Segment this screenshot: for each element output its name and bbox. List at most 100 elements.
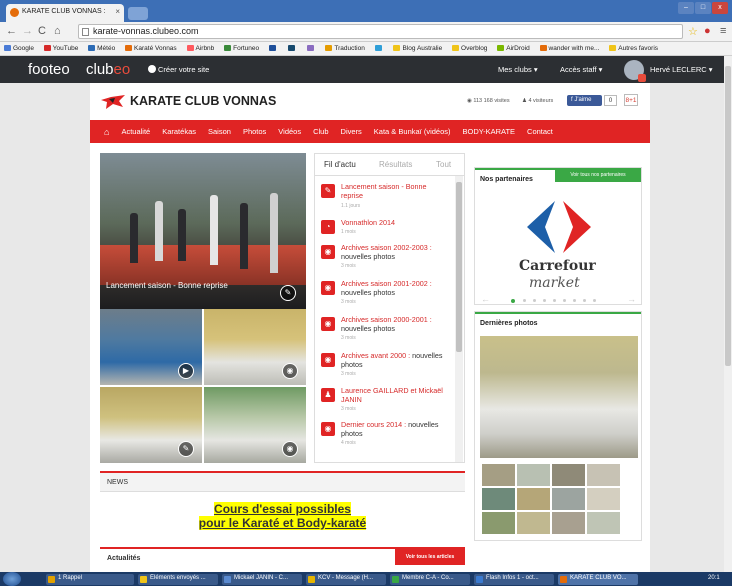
feed-item-title[interactable]: Archives saison 2001-2002 : nouvelles ph…	[341, 279, 449, 297]
photo-thumbnail[interactable]	[552, 488, 585, 510]
photo-thumbnail[interactable]	[587, 464, 620, 486]
taskbar-item[interactable]: 1 Rappel	[46, 574, 134, 585]
feed-item-title[interactable]: Laurence GAILLARD et Mickaël JANIN	[341, 386, 449, 404]
tab-close-icon[interactable]: ×	[115, 7, 120, 16]
photo-thumbnail[interactable]	[517, 488, 550, 510]
menu-icon[interactable]: ≡	[720, 25, 726, 37]
tab-feed[interactable]: Fil d'actu	[324, 160, 356, 169]
bookmark-item[interactable]: YouTube	[43, 45, 78, 52]
photo-thumbnail[interactable]	[552, 464, 585, 486]
photo-thumbnail[interactable]	[552, 512, 585, 534]
feed-scrollbar[interactable]	[455, 176, 463, 462]
bookmark-item[interactable]	[287, 45, 297, 52]
photo-thumbnail[interactable]	[482, 512, 515, 534]
extension-icon[interactable]: ●	[704, 25, 711, 37]
club-name[interactable]: KARATE CLUB VONNAS	[130, 94, 276, 108]
bookmark-item[interactable]: Karaté Vonnas	[125, 45, 177, 52]
taskbar-item[interactable]: Éléments envoyés ...	[138, 574, 218, 585]
tab-all[interactable]: Tout	[436, 160, 451, 169]
nav-karatekas[interactable]: Karatékas	[156, 127, 202, 136]
carousel-dot[interactable]	[533, 299, 536, 302]
pool-photo-tile[interactable]: ▶	[100, 309, 202, 385]
taskbar-item[interactable]: Flash Infos 1 - oct...	[474, 574, 554, 585]
karate-kids-photo-tile[interactable]: ✎	[100, 387, 202, 463]
camera-icon[interactable]: ◉	[282, 441, 298, 457]
back-arrow-icon[interactable]: ←	[6, 25, 17, 37]
bookmark-item[interactable]: Google	[4, 45, 34, 52]
clock[interactable]: 20:1	[708, 575, 720, 581]
close-window-button[interactable]: x	[712, 2, 728, 14]
taskbar-item[interactable]: Mickael JANIN - C...	[222, 574, 302, 585]
carousel-dot[interactable]	[593, 299, 596, 302]
nav-body-karate[interactable]: BODY-KARATE	[457, 127, 522, 136]
carousel-next-icon[interactable]: →	[627, 294, 636, 304]
photo-thumbnail[interactable]	[517, 464, 550, 486]
carousel-dot[interactable]	[563, 299, 566, 302]
taskbar-item[interactable]: KCV - Message (H...	[306, 574, 386, 585]
bookmark-item[interactable]: Traduction	[325, 45, 365, 52]
bookmark-item[interactable]	[306, 45, 316, 52]
clubeo-logo[interactable]: clubeo	[86, 61, 130, 78]
url-bar[interactable]: karate-vonnas.clubeo.com	[78, 24, 683, 39]
taskbar-item[interactable]: Membre C-A - Co...	[390, 574, 470, 585]
home-icon[interactable]: ⌂	[54, 25, 61, 37]
bookmark-star-icon[interactable]: ☆	[688, 25, 698, 38]
reload-icon[interactable]: C	[38, 25, 46, 37]
carousel-dot[interactable]	[511, 299, 515, 303]
feed-item-title[interactable]: Vonnathlon 2014	[341, 218, 449, 227]
user-menu[interactable]: Hervé LECLERC ▾	[650, 65, 713, 74]
feed-item-title[interactable]: Dernier cours 2014 : nouvelles photos	[341, 420, 449, 438]
staff-access-menu[interactable]: Accès staff ▾	[560, 65, 602, 74]
nav-saison[interactable]: Saison	[202, 127, 237, 136]
nav-videos[interactable]: Vidéos	[272, 127, 307, 136]
bookmark-item[interactable]: Blog Australie	[393, 45, 442, 52]
user-avatar[interactable]	[624, 60, 646, 82]
photo-thumbnail[interactable]	[482, 464, 515, 486]
nav-home-icon[interactable]: ⌂	[98, 127, 115, 137]
start-button[interactable]	[3, 572, 21, 586]
scrollbar-thumb[interactable]	[456, 182, 462, 352]
hero-caption[interactable]: Lancement saison - Bonne reprise	[106, 281, 228, 290]
photo-thumbnail[interactable]	[587, 488, 620, 510]
video-play-icon[interactable]: ▶	[178, 363, 194, 379]
bookmark-item[interactable]	[268, 45, 278, 52]
page-scrollbar-thumb[interactable]	[725, 66, 731, 366]
photo-thumbnail[interactable]	[587, 512, 620, 534]
nav-contact[interactable]: Contact	[521, 127, 559, 136]
carousel-prev-icon[interactable]: ←	[481, 294, 490, 304]
nav-club[interactable]: Club	[307, 127, 334, 136]
bookmark-item[interactable]: Fortuneo	[224, 45, 259, 52]
camera-icon[interactable]: ◉	[282, 363, 298, 379]
page-scrollbar[interactable]	[724, 56, 732, 572]
maximize-button[interactable]: □	[695, 2, 711, 14]
new-tab-button[interactable]	[128, 7, 148, 20]
bookmark-item[interactable]: Météo	[88, 45, 115, 52]
photo-thumbnail[interactable]	[482, 488, 515, 510]
tab-results[interactable]: Résultats	[379, 160, 412, 169]
google-plus-button[interactable]: 8+1	[624, 94, 638, 106]
bookmark-item[interactable]: Overblog	[452, 45, 487, 52]
featured-group-photo[interactable]	[480, 336, 638, 458]
bookmark-item[interactable]: Autres favoris	[609, 45, 658, 52]
facebook-like-button[interactable]: f J'aime	[567, 95, 602, 106]
browser-tab[interactable]: KARATE CLUB VONNAS : ×	[6, 4, 124, 22]
forward-arrow-icon[interactable]: →	[22, 25, 33, 37]
bookmark-item[interactable]	[374, 45, 384, 52]
my-clubs-menu[interactable]: Mes clubs ▾	[498, 65, 538, 74]
bookmark-item[interactable]: wander with me...	[539, 45, 599, 52]
feed-item-title[interactable]: Archives avant 2000 : nouvelles photos	[341, 351, 449, 369]
article-edit-icon[interactable]: ✎	[280, 285, 296, 301]
nav-photos[interactable]: Photos	[237, 127, 272, 136]
taskbar-item-active[interactable]: KARATE CLUB VO...	[558, 574, 638, 585]
feed-item-title[interactable]: Archives saison 2000-2001 : nouvelles ph…	[341, 315, 449, 333]
footeo-logo[interactable]: footeo	[28, 61, 70, 78]
nav-kata-bunkai[interactable]: Kata & Bunkaï (vidéos)	[368, 127, 457, 136]
create-site-link[interactable]: Créer votre site	[148, 65, 209, 74]
bookmark-item[interactable]: AirDroid	[497, 45, 530, 52]
see-all-partners-button[interactable]: Voir tous nos partenaires	[555, 168, 641, 182]
bookmark-item[interactable]: Airbnb	[186, 45, 214, 52]
karate-group-photo-tile[interactable]: ◉	[204, 309, 306, 385]
news-highlight[interactable]: Cours d'essai possibles pour le Karaté et…	[100, 502, 465, 530]
karate-team-photo-tile[interactable]: ◉	[204, 387, 306, 463]
carousel-dot[interactable]	[543, 299, 546, 302]
